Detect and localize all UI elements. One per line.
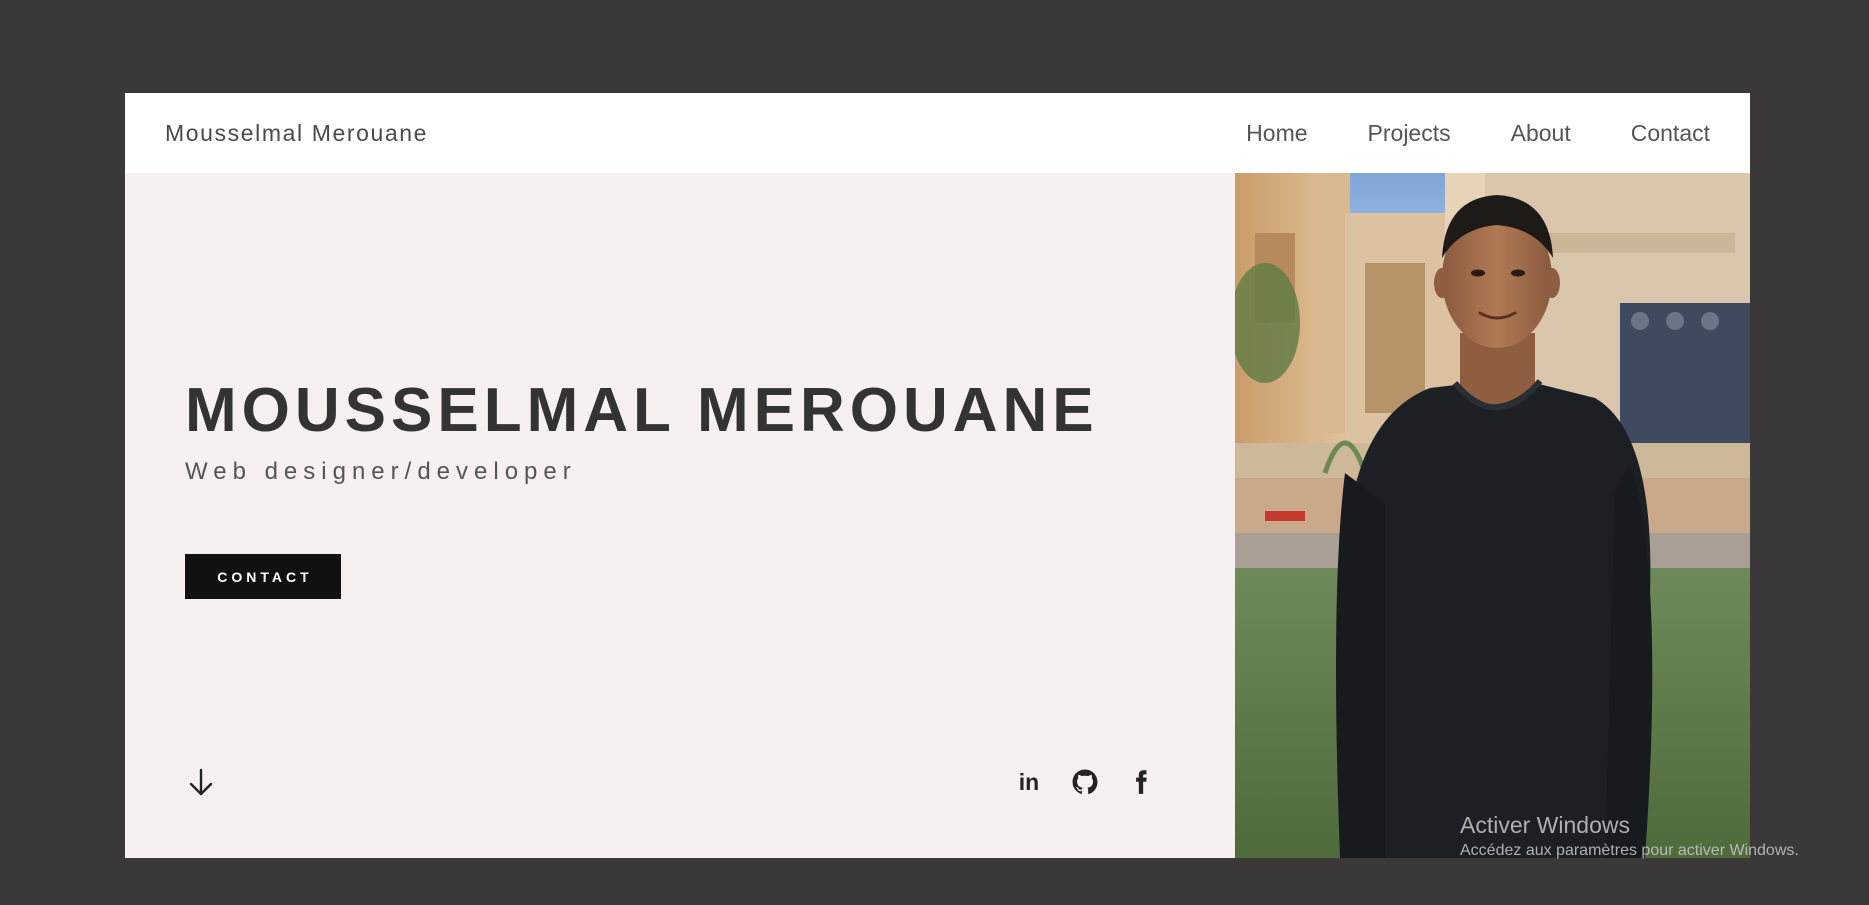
hero-subtitle: Web designer/developer (185, 458, 577, 485)
navbar: Mousselmal Merouane Home Projects About … (125, 93, 1750, 173)
facebook-glyph (1136, 770, 1147, 794)
social-links: in (1013, 766, 1157, 798)
profile-photo (1235, 173, 1750, 858)
nav-contact[interactable]: Contact (1631, 118, 1710, 148)
nav-home[interactable]: Home (1246, 118, 1307, 148)
brand-logo[interactable]: Mousselmal Merouane (165, 119, 428, 147)
main-nav: Home Projects About Contact (1246, 118, 1710, 148)
windows-activation-watermark: Activer Windows Accédez aux paramètres p… (1460, 811, 1799, 861)
github-glyph (1072, 769, 1098, 795)
linkedin-glyph: in (1018, 768, 1040, 795)
hero-title: MOUSSELMAL MEROUANE (185, 376, 1099, 445)
browser-viewport: Mousselmal Merouane Home Projects About … (125, 93, 1750, 858)
watermark-subtitle: Accédez aux paramètres pour activer Wind… (1460, 842, 1799, 859)
contact-button[interactable]: CONTACT (185, 554, 341, 599)
nav-about[interactable]: About (1511, 118, 1571, 148)
portrait-photo (1235, 173, 1750, 858)
arrow-down-glyph (189, 768, 213, 796)
watermark-title: Activer Windows (1460, 812, 1630, 838)
linkedin-icon[interactable]: in (1013, 766, 1045, 798)
nav-projects[interactable]: Projects (1368, 118, 1451, 148)
hero-section: MOUSSELMAL MEROUANE Web designer/develop… (125, 173, 1235, 858)
facebook-icon[interactable] (1125, 766, 1157, 798)
github-icon[interactable] (1069, 766, 1101, 798)
arrow-down-icon[interactable] (185, 766, 217, 798)
